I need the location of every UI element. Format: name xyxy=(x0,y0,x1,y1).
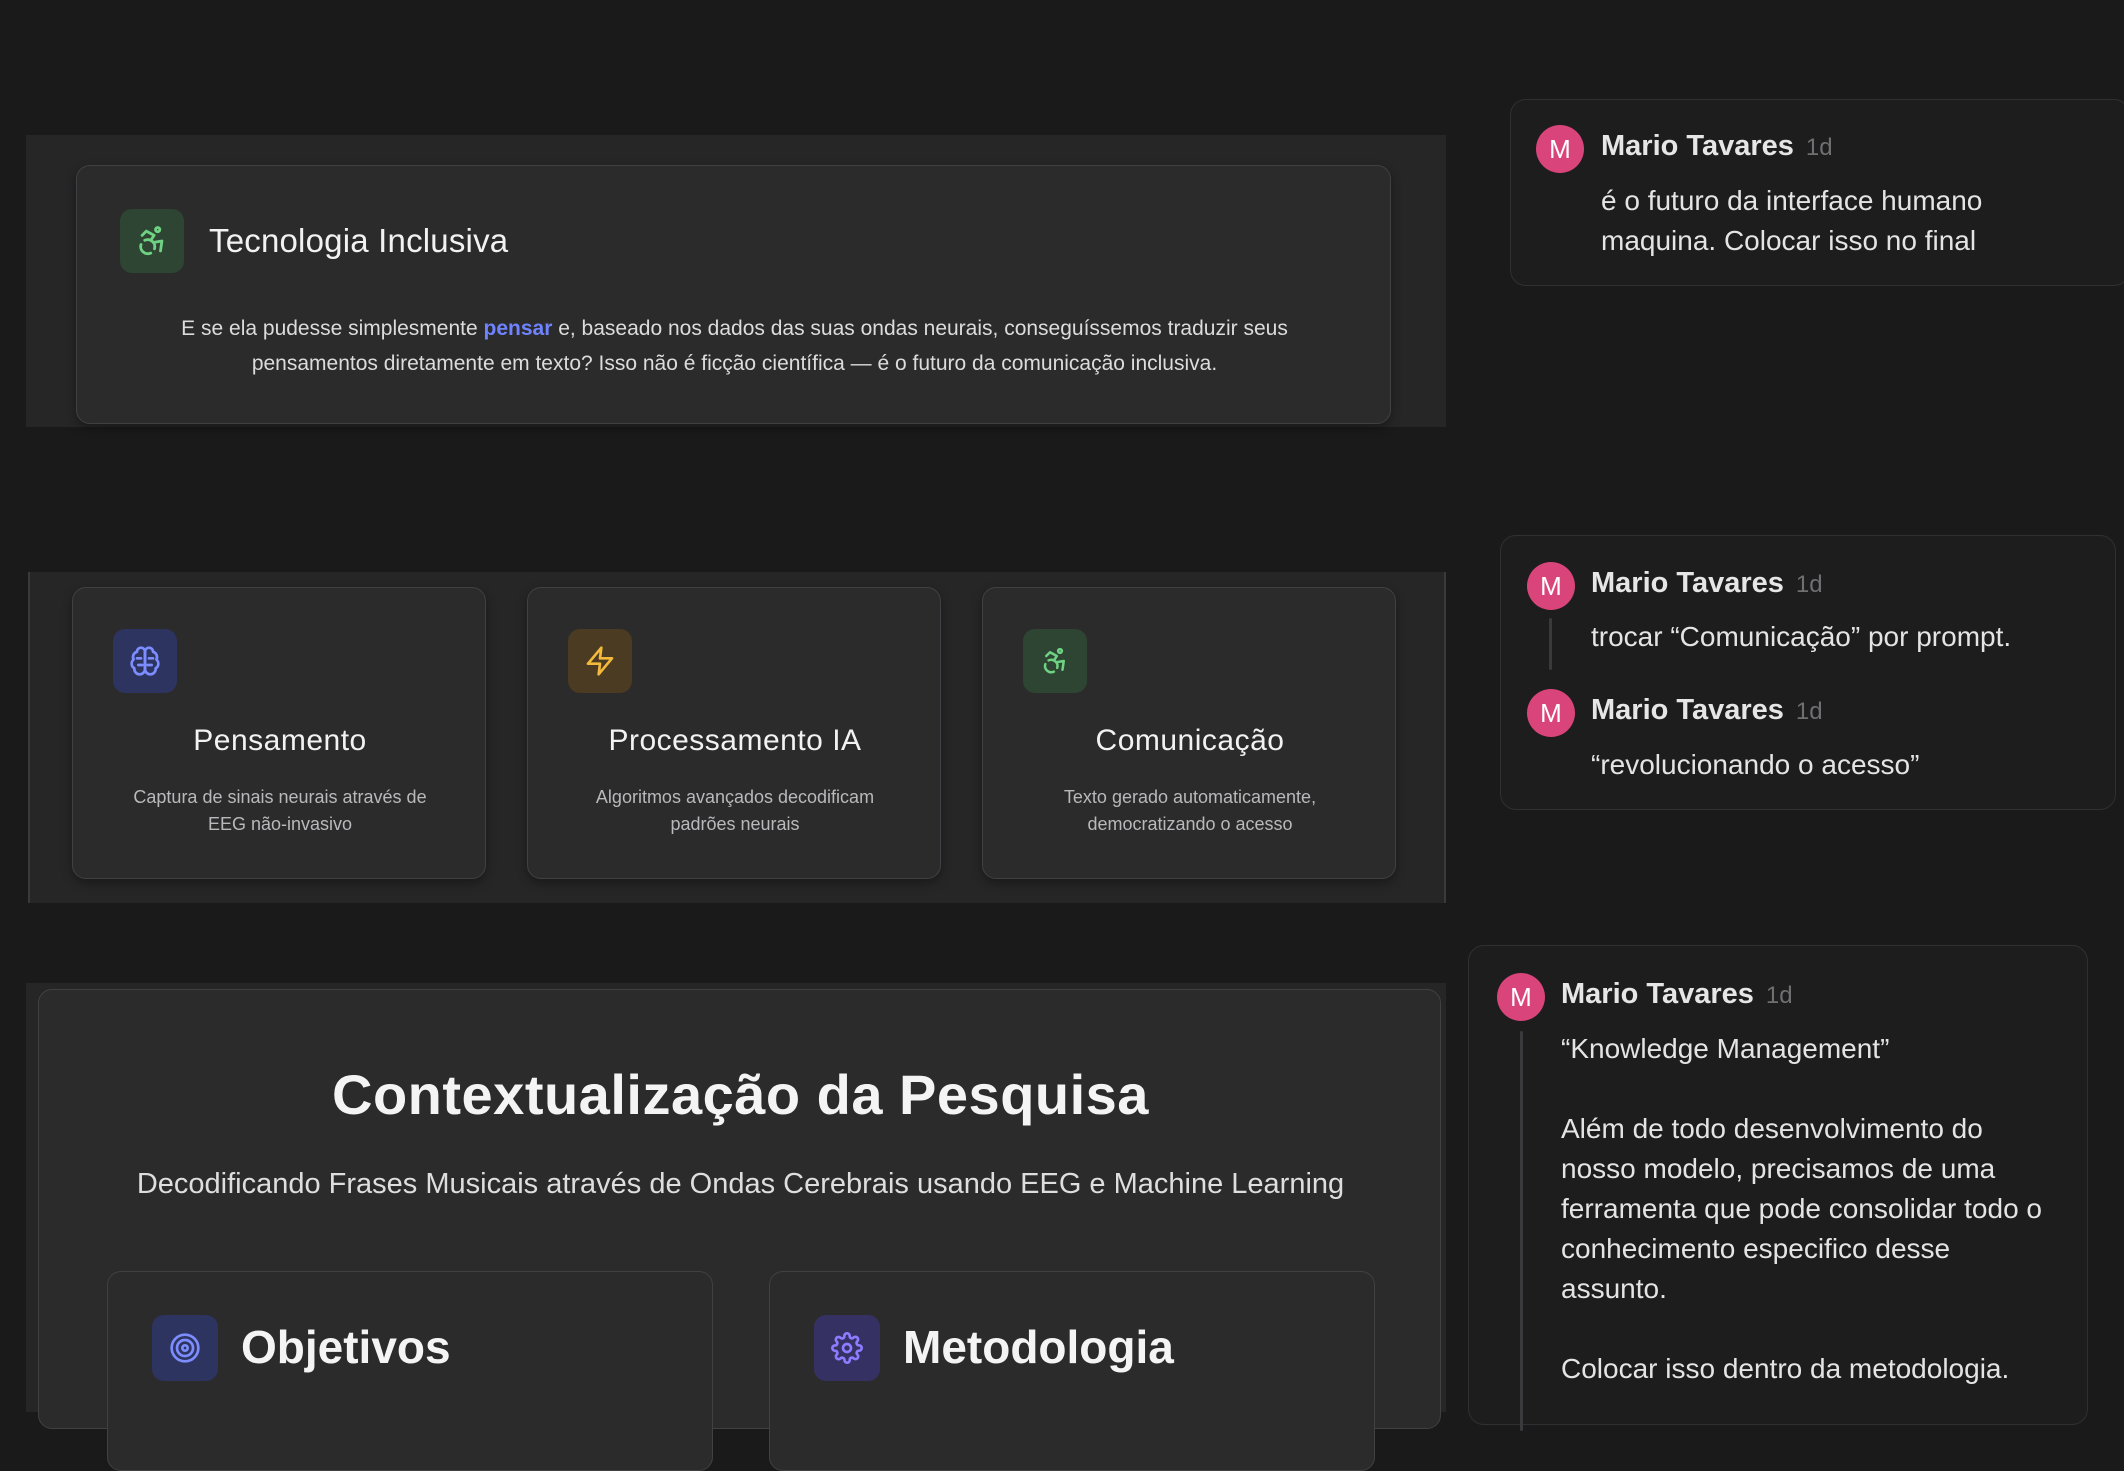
target-icon xyxy=(152,1315,218,1381)
lightning-icon xyxy=(568,629,632,693)
slide-context: Contextualização da Pesquisa Decodifican… xyxy=(26,983,1446,1471)
feature-card-ai: Processamento IA Algoritmos avançados de… xyxy=(527,587,941,879)
comment-author: Mario Tavares xyxy=(1561,978,1754,1010)
intro-card: Tecnologia Inclusiva E se ela pudesse si… xyxy=(76,165,1391,424)
comment-thread-1[interactable]: M Mario Tavares 1d é o futuro da interfac… xyxy=(1510,99,2124,286)
avatar: M xyxy=(1527,689,1575,737)
feature-title: Pensamento xyxy=(193,724,367,757)
objectives-card: Objetivos xyxy=(107,1271,713,1471)
comment-thread-3[interactable]: M Mario Tavares 1d “Knowledge Management”… xyxy=(1468,945,2088,1431)
context-card: Contextualização da Pesquisa Decodifican… xyxy=(38,989,1441,1471)
avatar: M xyxy=(1527,562,1575,610)
gear-icon xyxy=(814,1315,880,1381)
feature-card-communication: Comunicação Texto gerado automaticamente… xyxy=(982,587,1396,879)
intro-text: E se ela pudesse simplesmente pensar e, … xyxy=(117,311,1352,381)
intro-text-start: E se ela pudesse simplesmente xyxy=(181,317,484,340)
context-title: Contextualização da Pesquisa xyxy=(332,1063,1149,1126)
avatar: M xyxy=(1536,125,1584,173)
accessibility-icon xyxy=(1023,629,1087,693)
methodology-title: Metodologia xyxy=(903,1321,1174,1373)
comment-header: Mario Tavares 1d xyxy=(1591,694,1823,727)
comment-thread-2[interactable]: M Mario Tavares 1d trocar “Comunicação” p… xyxy=(1500,535,2116,810)
comment-text: trocar “Comunicação” por prompt. xyxy=(1591,621,2012,652)
thread-line xyxy=(1520,1031,1523,1431)
feature-desc: Texto gerado automaticamente, democratiz… xyxy=(1063,787,1317,834)
comment-text: “Knowledge Management” Além de todo dese… xyxy=(1561,1033,2042,1384)
thread-line xyxy=(1549,618,1552,670)
feature-desc: Captura de sinais neurais através de EEG… xyxy=(133,787,427,834)
avatar: M xyxy=(1497,973,1545,1021)
comment-text: é o futuro da interface humano maquina. … xyxy=(1601,185,1983,256)
objectives-title: Objetivos xyxy=(241,1321,451,1373)
methodology-card: Metodologia xyxy=(769,1271,1375,1471)
feature-title: Processamento IA xyxy=(608,724,862,757)
comment-time: 1d xyxy=(1795,698,1823,725)
comment-text: “revolucionando o acesso” xyxy=(1591,749,1920,780)
comment-header: Mario Tavares 1d xyxy=(1561,978,1793,1011)
comment-author: Mario Tavares xyxy=(1591,567,1784,599)
feature-card-thought: Pensamento Captura de sinais neurais atr… xyxy=(72,587,486,879)
feature-title: Comunicação xyxy=(1095,724,1285,757)
comment-time: 1d xyxy=(1805,134,1833,161)
brain-icon xyxy=(113,629,177,693)
intro-title: Tecnologia Inclusiva xyxy=(209,222,509,259)
accessibility-icon xyxy=(120,209,184,273)
slide-features: Pensamento Captura de sinais neurais atr… xyxy=(28,572,1446,903)
comment-time: 1d xyxy=(1765,982,1793,1009)
comment-time: 1d xyxy=(1795,571,1823,598)
intro-highlight: pensar xyxy=(483,317,553,340)
slide-intro: Tecnologia Inclusiva E se ela pudesse si… xyxy=(26,135,1446,427)
feature-desc: Algoritmos avançados decodificam padrões… xyxy=(595,787,875,834)
comment-author: Mario Tavares xyxy=(1601,130,1794,162)
comment-author: Mario Tavares xyxy=(1591,694,1784,726)
comment-header: Mario Tavares 1d xyxy=(1601,130,1833,163)
context-subtitle: Decodificando Frases Musicais através de… xyxy=(136,1168,1345,1200)
comment-header: Mario Tavares 1d xyxy=(1591,567,1823,600)
